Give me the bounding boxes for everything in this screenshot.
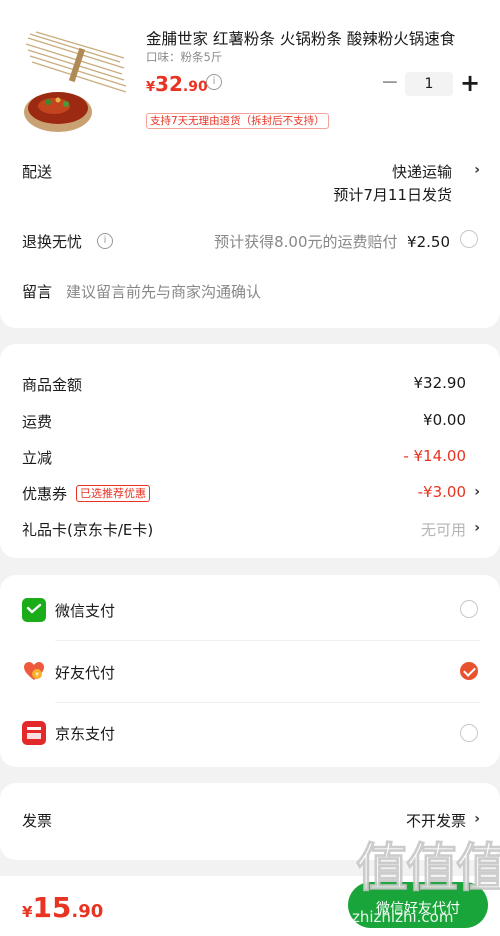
- total-price: ¥15.90: [22, 891, 103, 924]
- delivery-chevron-right-icon[interactable]: ›: [474, 162, 480, 178]
- total-integer: 15: [32, 891, 72, 924]
- svg-text:¥: ¥: [35, 672, 39, 679]
- delivery-method[interactable]: 快递运输: [392, 161, 452, 182]
- product-price: ¥32.90: [146, 72, 208, 96]
- invoice-label: 发票: [22, 812, 53, 830]
- payment-option-label: 微信支付: [55, 602, 116, 620]
- delivery-estimate: 预计7月11日发货: [333, 186, 452, 204]
- price-symbol: ¥: [146, 80, 156, 95]
- worry-free-offer: 预计获得8.00元的运费赔付 ¥2.50: [214, 231, 450, 252]
- giftcard-chevron-right-icon[interactable]: ›: [474, 520, 480, 536]
- total-decimal: .90: [71, 901, 104, 922]
- quantity-increase-button[interactable]: +: [460, 71, 480, 96]
- worry-free-desc: 预计获得8.00元的运费赔付: [214, 233, 398, 251]
- discount-value: - ¥14.00: [403, 447, 466, 465]
- total-symbol: ¥: [22, 903, 33, 921]
- goods-amount-value: ¥32.90: [413, 374, 467, 392]
- worry-free-label: 退换无忧: [22, 233, 83, 251]
- friend-pay-radio[interactable]: [460, 662, 478, 680]
- order-item-card: 金脯世家 红薯粉条 火锅粉条 酸辣粉火锅速食 口味：粉条5斤 ¥32.90 i …: [0, 0, 500, 328]
- coupon-chevron-right-icon[interactable]: ›: [474, 484, 480, 500]
- price-info-icon[interactable]: i: [206, 74, 222, 90]
- worry-free-info-icon[interactable]: i: [97, 233, 113, 249]
- coupon-recommended-badge: 已选推荐优惠: [76, 485, 150, 502]
- giftcard-value[interactable]: 无可用: [421, 519, 466, 540]
- wechat-pay-icon: [22, 598, 46, 622]
- payment-option-label: 京东支付: [55, 725, 116, 743]
- watermark-url: zhizhizhi.com: [352, 908, 454, 926]
- divider: [55, 640, 480, 641]
- watermark-logo: 值值值: [355, 839, 500, 900]
- return-policy-tag: 支持7天无理由退货（拆封后不支持）: [146, 113, 329, 129]
- price-integer: 32: [155, 72, 183, 96]
- divider: [55, 702, 480, 703]
- friend-pay-icon: ¥: [22, 659, 46, 683]
- goods-amount-label: 商品金额: [22, 376, 83, 394]
- coupon-label: 优惠券: [22, 485, 68, 503]
- worry-free-price: ¥2.50: [407, 233, 450, 251]
- product-title[interactable]: 金脯世家 红薯粉条 火锅粉条 酸辣粉火锅速食: [146, 27, 476, 49]
- giftcard-label: 礼品卡(京东卡/E卡): [22, 521, 154, 539]
- message-label: 留言: [22, 283, 53, 301]
- product-spec: 口味：粉条5斤: [146, 50, 223, 64]
- discount-label: 立减: [22, 449, 53, 467]
- quantity-decrease-button[interactable]: −: [380, 72, 400, 94]
- jd-pay-radio[interactable]: [460, 724, 478, 742]
- worry-free-radio[interactable]: [460, 230, 478, 248]
- shipping-label: 运费: [22, 413, 53, 431]
- payment-option-label: 好友代付: [55, 664, 116, 682]
- price-decimal: .90: [182, 79, 208, 95]
- delivery-label: 配送: [22, 163, 53, 181]
- wechat-pay-radio[interactable]: [460, 600, 478, 618]
- message-input[interactable]: 建议留言前先与商家沟通确认: [66, 281, 261, 302]
- coupon-value[interactable]: -¥3.00: [418, 483, 466, 501]
- product-thumbnail[interactable]: [20, 22, 132, 134]
- shipping-value: ¥0.00: [423, 411, 466, 429]
- jd-pay-icon: [22, 721, 46, 745]
- invoice-chevron-right-icon[interactable]: ›: [474, 811, 480, 827]
- quantity-field[interactable]: 1: [405, 72, 453, 96]
